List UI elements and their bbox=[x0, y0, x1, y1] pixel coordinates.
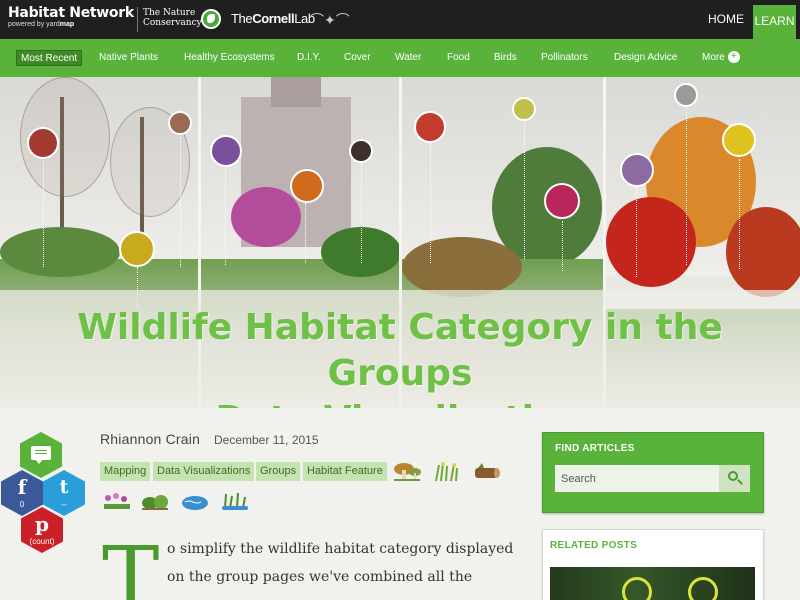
facebook-count: 0 bbox=[19, 500, 25, 509]
category-design-advice[interactable]: Design Advice bbox=[614, 50, 677, 66]
mushroom-icon[interactable] bbox=[392, 460, 422, 482]
drop-cap: T bbox=[102, 529, 160, 600]
pinterest-count: (count) bbox=[29, 537, 55, 546]
hero-image: Wildlife Habitat Category in the Groups … bbox=[0, 77, 800, 408]
article-body-line-1: o simplify the wildlife habitat category… bbox=[167, 541, 514, 557]
pin-icon bbox=[27, 127, 59, 159]
logo-divider bbox=[137, 7, 138, 32]
bird-icon: ⌒✦⌒ bbox=[310, 12, 350, 28]
article-body-line-2: on the group pages we've combined all th… bbox=[167, 569, 473, 585]
pin-icon bbox=[674, 83, 698, 107]
pin-icon bbox=[620, 153, 654, 187]
twitter-count: -- bbox=[61, 500, 67, 509]
comment-button[interactable] bbox=[20, 432, 62, 478]
nav-learn-link[interactable]: LEARN bbox=[753, 5, 796, 39]
cornell-lab-logo[interactable]: TheCornellLab bbox=[231, 11, 315, 26]
tag-mapping[interactable]: Mapping bbox=[100, 462, 151, 481]
pin-icon bbox=[414, 111, 446, 143]
pin-icon bbox=[290, 169, 324, 203]
pinterest-icon: p bbox=[35, 512, 49, 536]
comment-icon bbox=[31, 446, 51, 464]
top-bar: Habitat Network powered by yardmap The N… bbox=[0, 0, 800, 39]
category-cover[interactable]: Cover bbox=[344, 50, 371, 66]
grass-icon[interactable] bbox=[432, 460, 462, 482]
brand-name: Habitat Network bbox=[8, 5, 134, 21]
category-healthy-ecosystems[interactable]: Healthy Ecosystems bbox=[184, 50, 275, 66]
category-nav: Most Recent Native Plants Healthy Ecosys… bbox=[0, 39, 800, 77]
category-diy[interactable]: D.I.Y. bbox=[297, 50, 321, 66]
pin-icon bbox=[512, 97, 536, 121]
related-posts-title: RELATED POSTS bbox=[550, 540, 638, 551]
category-birds[interactable]: Birds bbox=[494, 50, 517, 66]
tag-groups[interactable]: Groups bbox=[256, 462, 301, 481]
wetland-icon[interactable] bbox=[220, 490, 250, 512]
category-native-plants[interactable]: Native Plants bbox=[99, 50, 158, 66]
pin-icon bbox=[349, 139, 373, 163]
log-pile-icon[interactable] bbox=[472, 460, 502, 482]
shrub-icon[interactable] bbox=[140, 490, 170, 512]
twitter-share-button[interactable]: t -- bbox=[43, 470, 85, 516]
find-articles-widget: FIND ARTICLES bbox=[542, 432, 764, 513]
twitter-icon: t bbox=[59, 476, 69, 498]
more-label: More bbox=[702, 52, 725, 63]
category-water[interactable]: Water bbox=[395, 50, 421, 66]
category-food[interactable]: Food bbox=[447, 50, 470, 66]
related-post-thumbnail[interactable] bbox=[550, 567, 755, 600]
flower-bed-icon[interactable] bbox=[102, 490, 132, 512]
pin-icon bbox=[722, 123, 756, 157]
tag-data-visualizations[interactable]: Data Visualizations bbox=[153, 462, 255, 481]
pin-icon bbox=[210, 135, 242, 167]
plus-icon: + bbox=[727, 51, 740, 64]
globe-icon bbox=[201, 9, 221, 29]
page-title-line-1: Wildlife Habitat Category in the Groups bbox=[77, 307, 723, 394]
pond-icon[interactable] bbox=[180, 490, 210, 512]
category-pollinators[interactable]: Pollinators bbox=[541, 50, 588, 66]
category-more[interactable]: More + bbox=[702, 50, 740, 66]
related-posts-widget: RELATED POSTS bbox=[542, 529, 764, 600]
category-most-recent[interactable]: Most Recent bbox=[16, 50, 83, 66]
brand-tagline: powered by yardmap bbox=[8, 21, 75, 28]
search-button[interactable] bbox=[719, 465, 750, 492]
nav-home-link[interactable]: HOME bbox=[699, 0, 753, 39]
author-name[interactable]: Rhiannon Crain bbox=[100, 431, 200, 447]
post-date: December 11, 2015 bbox=[214, 433, 319, 447]
page-title-line-2: Data Visualization bbox=[216, 399, 585, 408]
page-title: Wildlife Habitat Category in the Groups … bbox=[0, 305, 800, 408]
find-articles-title: FIND ARTICLES bbox=[555, 443, 635, 454]
pin-icon bbox=[168, 111, 192, 135]
search-input[interactable] bbox=[555, 465, 721, 492]
facebook-icon: f bbox=[17, 475, 27, 499]
pin-icon bbox=[119, 231, 155, 267]
pinterest-share-button[interactable]: p (count) bbox=[21, 507, 63, 553]
tag-habitat-feature[interactable]: Habitat Feature bbox=[303, 462, 387, 481]
nature-conservancy-logo[interactable]: The Nature Conservancy bbox=[143, 8, 202, 28]
facebook-share-button[interactable]: f 0 bbox=[1, 470, 43, 516]
habitat-network-logo[interactable]: Habitat Network powered by yardmap bbox=[8, 6, 134, 29]
pin-icon bbox=[544, 183, 580, 219]
